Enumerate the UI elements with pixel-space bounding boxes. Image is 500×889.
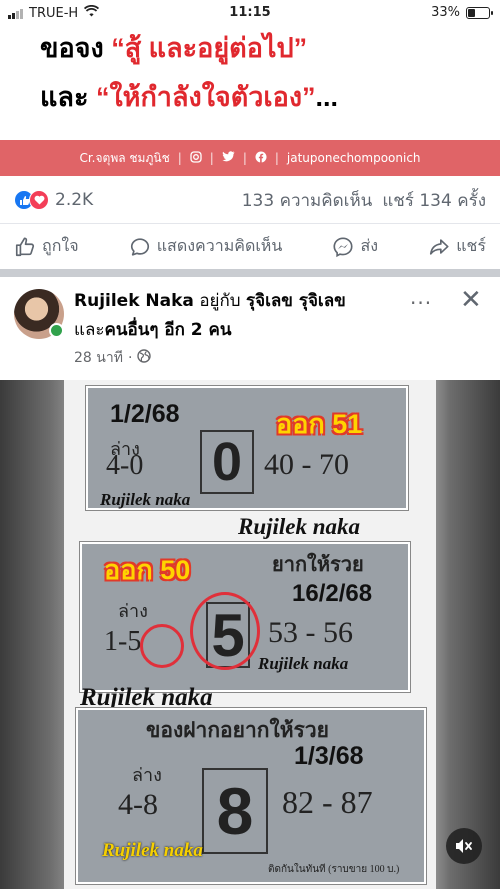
clock: 11:15 [229, 5, 271, 20]
credit-bar: Cr.จตุพล ชมภูนิช | | | | jatuponechompoo… [0, 140, 500, 176]
post-meta: 28 นาที · [74, 347, 152, 369]
card-left-number: 4-0 [106, 450, 144, 481]
card-left-number: 4-8 [118, 788, 158, 821]
and-text: และ [74, 320, 105, 340]
like-label: ถูกใจ [42, 236, 79, 255]
card-big-number: 0 [200, 430, 254, 494]
card-watermark: Rujilek naka [100, 490, 191, 509]
send-label: ส่ง [360, 236, 379, 255]
reaction-icons[interactable] [14, 190, 49, 210]
highlight-circle [140, 624, 184, 668]
reactions-summary: 2.2K 133 ความคิดเห็น แชร์ 134 ครั้ง [0, 177, 500, 223]
facebook-icon [255, 151, 267, 166]
globe-icon [137, 349, 152, 367]
love-reaction-icon [29, 190, 49, 210]
card-footnote: ติดกันในทันที (ราบขาย 100 บ.) [268, 864, 400, 875]
share-count[interactable]: แชร์ 134 ครั้ง [382, 187, 486, 214]
card-date: 1/3/68 [294, 742, 364, 770]
card-date: 1/2/68 [110, 400, 180, 428]
messenger-icon [333, 236, 353, 257]
lottery-card-2: ยากให้รวย ออก 50 16/2/68 ล่าง 1-5 5 53 -… [80, 542, 410, 692]
card-result: ออก 50 [104, 555, 191, 585]
banner-quote: “ให้กำลังใจตัวเอง” [95, 82, 316, 112]
card-left-number: 1-5 [104, 626, 142, 657]
card-watermark: Rujilek naka [102, 840, 203, 861]
lottery-card-3: ของฝากอยากให้รวย 1/3/68 ล่าง 4-8 8 82 - … [76, 708, 426, 884]
credit-name: Cr.จตุพล ชมภูนิช [79, 150, 170, 165]
mute-button[interactable] [446, 828, 482, 864]
banner-line-2: และ “ให้กำลังใจตัวเอง”... [40, 75, 338, 118]
comment-button[interactable]: แสดงความคิดเห็น [129, 234, 283, 259]
share-label: แชร์ [456, 236, 486, 255]
online-status-icon [49, 323, 64, 338]
twitter-icon [222, 151, 235, 165]
with-text: อยู่กับ [199, 291, 241, 311]
card-right-numbers: 40 - 70 [264, 448, 349, 481]
banner-ellipsis: ... [315, 82, 339, 112]
share-button[interactable]: แชร์ [428, 234, 486, 259]
comment-label: แสดงความคิดเห็น [156, 236, 283, 255]
card-right-numbers: 82 - 87 [282, 784, 373, 820]
card-heading: ยากให้รวย [272, 554, 364, 576]
like-button[interactable]: ถูกใจ [14, 234, 79, 259]
banner-quote: “สู้ และอยู่ต่อไป” [111, 33, 308, 63]
post-actions: ถูกใจ แสดงความคิดเห็น ส่ง แชร์ [0, 223, 500, 269]
card-label: ล่าง [132, 765, 162, 785]
more-options-button[interactable]: ··· [410, 291, 432, 315]
card-label: ล่าง [118, 601, 148, 621]
card-watermark: Rujilek naka [258, 654, 349, 673]
close-button[interactable]: ✕ [460, 285, 482, 315]
author-name[interactable]: Rujilek Naka [74, 291, 194, 311]
reaction-count[interactable]: 2.2K [55, 190, 93, 210]
post-title: Rujilek Naka อยู่กับ รุจิเลข รุจิเลข และ… [74, 287, 404, 345]
card-date: 16/2/68 [292, 580, 373, 607]
highlight-circle [190, 592, 260, 670]
comment-bubble-icon [130, 237, 149, 256]
instagram-icon [190, 150, 202, 166]
speaker-muted-icon [456, 839, 472, 853]
post-header: Rujilek Naka อยู่กับ รุจิเลข รุจิเลข และ… [0, 277, 500, 380]
card-result: ออก 51 [276, 409, 363, 439]
send-button[interactable]: ส่ง [332, 234, 378, 259]
lottery-card-1: 1/2/68 ออก 51 ล่าง 4-0 0 40 - 70 Rujilek… [86, 386, 408, 510]
banner-line-1: ขอจง “สู้ และอยู่ต่อไป” [40, 26, 307, 69]
post-photo[interactable]: 1/2/68 ออก 51 ล่าง 4-0 0 40 - 70 Rujilek… [0, 380, 500, 889]
share-arrow-icon [430, 238, 449, 255]
thumbs-up-icon [15, 236, 35, 256]
battery-percent: 33% [431, 5, 460, 20]
post-time[interactable]: 28 นาที [74, 347, 123, 369]
card-big-number: 8 [202, 768, 268, 854]
previous-post-banner: ขอจง “สู้ และอยู่ต่อไป” และ “ให้กำลังใจต… [0, 20, 500, 140]
comment-count[interactable]: 133 ความคิดเห็น [242, 187, 373, 214]
banner-text: และ [40, 82, 89, 112]
tagged-others[interactable]: คนอื่นๆ อีก 2 คน [105, 320, 232, 340]
credit-handle: jatuponechompoonich [286, 151, 421, 165]
feed-divider [0, 269, 500, 277]
battery-icon [466, 6, 493, 19]
tagged-person[interactable]: รุจิเลข รุจิเลข [246, 291, 346, 311]
card-right-numbers: 53 - 56 [268, 616, 353, 649]
overlay-watermark: Rujilek naka [238, 514, 361, 539]
banner-text: ขอจง [40, 33, 104, 63]
